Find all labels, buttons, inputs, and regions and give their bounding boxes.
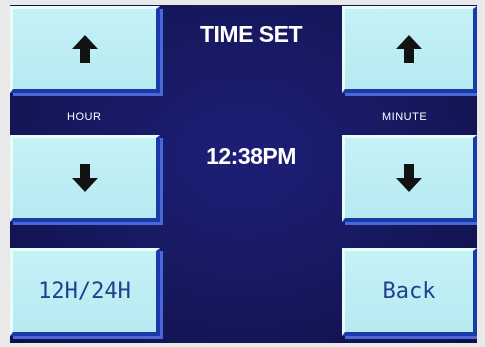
arrow-down-icon — [71, 164, 98, 192]
hour-down-button[interactable] — [10, 135, 160, 222]
back-button-label: Back — [382, 279, 436, 304]
hour-label: HOUR — [67, 111, 102, 123]
hour-up-button[interactable] — [10, 6, 160, 93]
back-button[interactable]: Back — [342, 248, 477, 336]
mode-12h-24h-button[interactable]: 12H/24H — [10, 248, 160, 336]
page-title: TIME SET — [199, 21, 303, 47]
arrow-up-icon — [71, 35, 98, 63]
arrow-down-icon — [396, 164, 422, 192]
minute-down-button[interactable] — [342, 135, 477, 222]
time-display: 12:38PM — [206, 143, 296, 169]
touch-screen: HOUR 12H/24H TIME SET 12:38PM MINUTE Bac… — [10, 5, 477, 343]
minute-up-button[interactable] — [342, 6, 477, 93]
mode-button-label: 12H/24H — [38, 279, 131, 304]
minute-label: MINUTE — [382, 111, 428, 123]
arrow-up-icon — [396, 35, 422, 63]
